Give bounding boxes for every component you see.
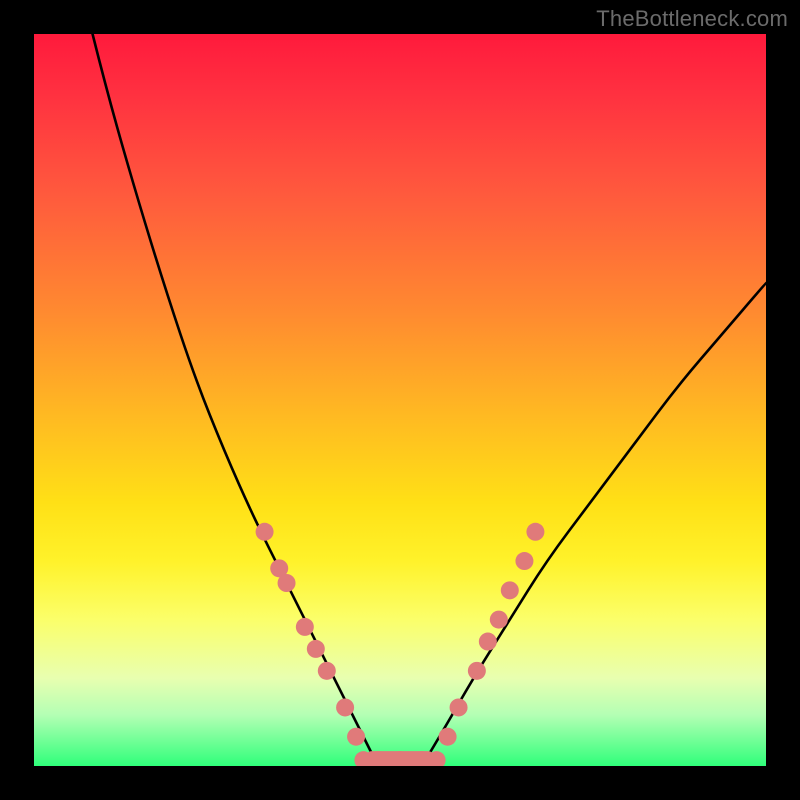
data-point	[278, 574, 296, 592]
data-point	[450, 698, 468, 716]
right-curve	[422, 283, 766, 766]
data-point	[479, 633, 497, 651]
data-point	[307, 640, 325, 658]
data-point	[347, 728, 365, 746]
data-point	[318, 662, 336, 680]
chart-plot-area	[34, 34, 766, 766]
data-point	[256, 523, 274, 541]
data-point	[468, 662, 486, 680]
data-point	[501, 581, 519, 599]
curve-layer	[93, 34, 766, 766]
data-point	[439, 728, 457, 746]
left-curve	[93, 34, 378, 766]
chart-svg	[34, 34, 766, 766]
data-point	[490, 611, 508, 629]
data-point	[336, 698, 354, 716]
marker-layer	[256, 523, 545, 766]
data-point	[515, 552, 533, 570]
chart-frame: TheBottleneck.com	[0, 0, 800, 800]
data-point	[526, 523, 544, 541]
data-point	[296, 618, 314, 636]
watermark-text: TheBottleneck.com	[596, 6, 788, 32]
